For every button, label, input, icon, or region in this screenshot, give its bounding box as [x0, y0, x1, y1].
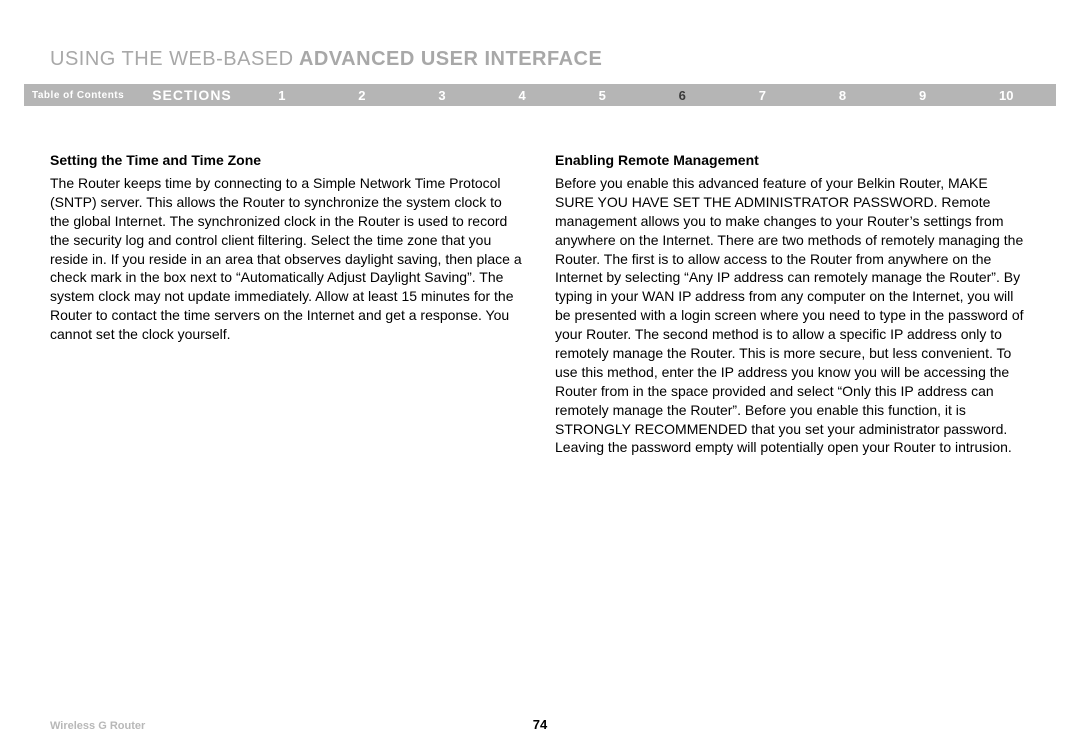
section-link-8[interactable]: 8	[839, 88, 846, 103]
section-link-6[interactable]: 6	[679, 88, 686, 103]
page-title-prefix: USING THE WEB-BASED	[50, 48, 294, 70]
section-link-9[interactable]: 9	[919, 88, 926, 103]
section-link-7[interactable]: 7	[759, 88, 766, 103]
right-body: Before you enable this advanced feature …	[555, 174, 1030, 457]
right-column: Enabling Remote Management Before you en…	[555, 152, 1030, 457]
toc-link[interactable]: Table of Contents	[32, 90, 124, 101]
section-link-1[interactable]: 1	[278, 88, 285, 103]
page-title: USING THE WEB-BASED ADVANCED USER INTERF…	[50, 48, 602, 71]
page-title-suffix: ADVANCED USER INTERFACE	[294, 48, 603, 70]
left-column: Setting the Time and Time Zone The Route…	[50, 152, 525, 457]
section-link-3[interactable]: 3	[438, 88, 445, 103]
section-link-10[interactable]: 10	[999, 88, 1013, 103]
sections-label: SECTIONS	[152, 87, 232, 103]
section-numbers: 1 2 3 4 5 6 7 8 9 10	[242, 88, 1050, 103]
section-link-5[interactable]: 5	[599, 88, 606, 103]
footer-page-number: 74	[0, 717, 1080, 732]
section-link-2[interactable]: 2	[358, 88, 365, 103]
content-area: Setting the Time and Time Zone The Route…	[50, 152, 1030, 457]
left-heading: Setting the Time and Time Zone	[50, 152, 525, 168]
section-link-4[interactable]: 4	[518, 88, 525, 103]
right-heading: Enabling Remote Management	[555, 152, 1030, 168]
left-body: The Router keeps time by connecting to a…	[50, 174, 525, 344]
section-nav: Table of Contents SECTIONS 1 2 3 4 5 6 7…	[24, 84, 1056, 106]
